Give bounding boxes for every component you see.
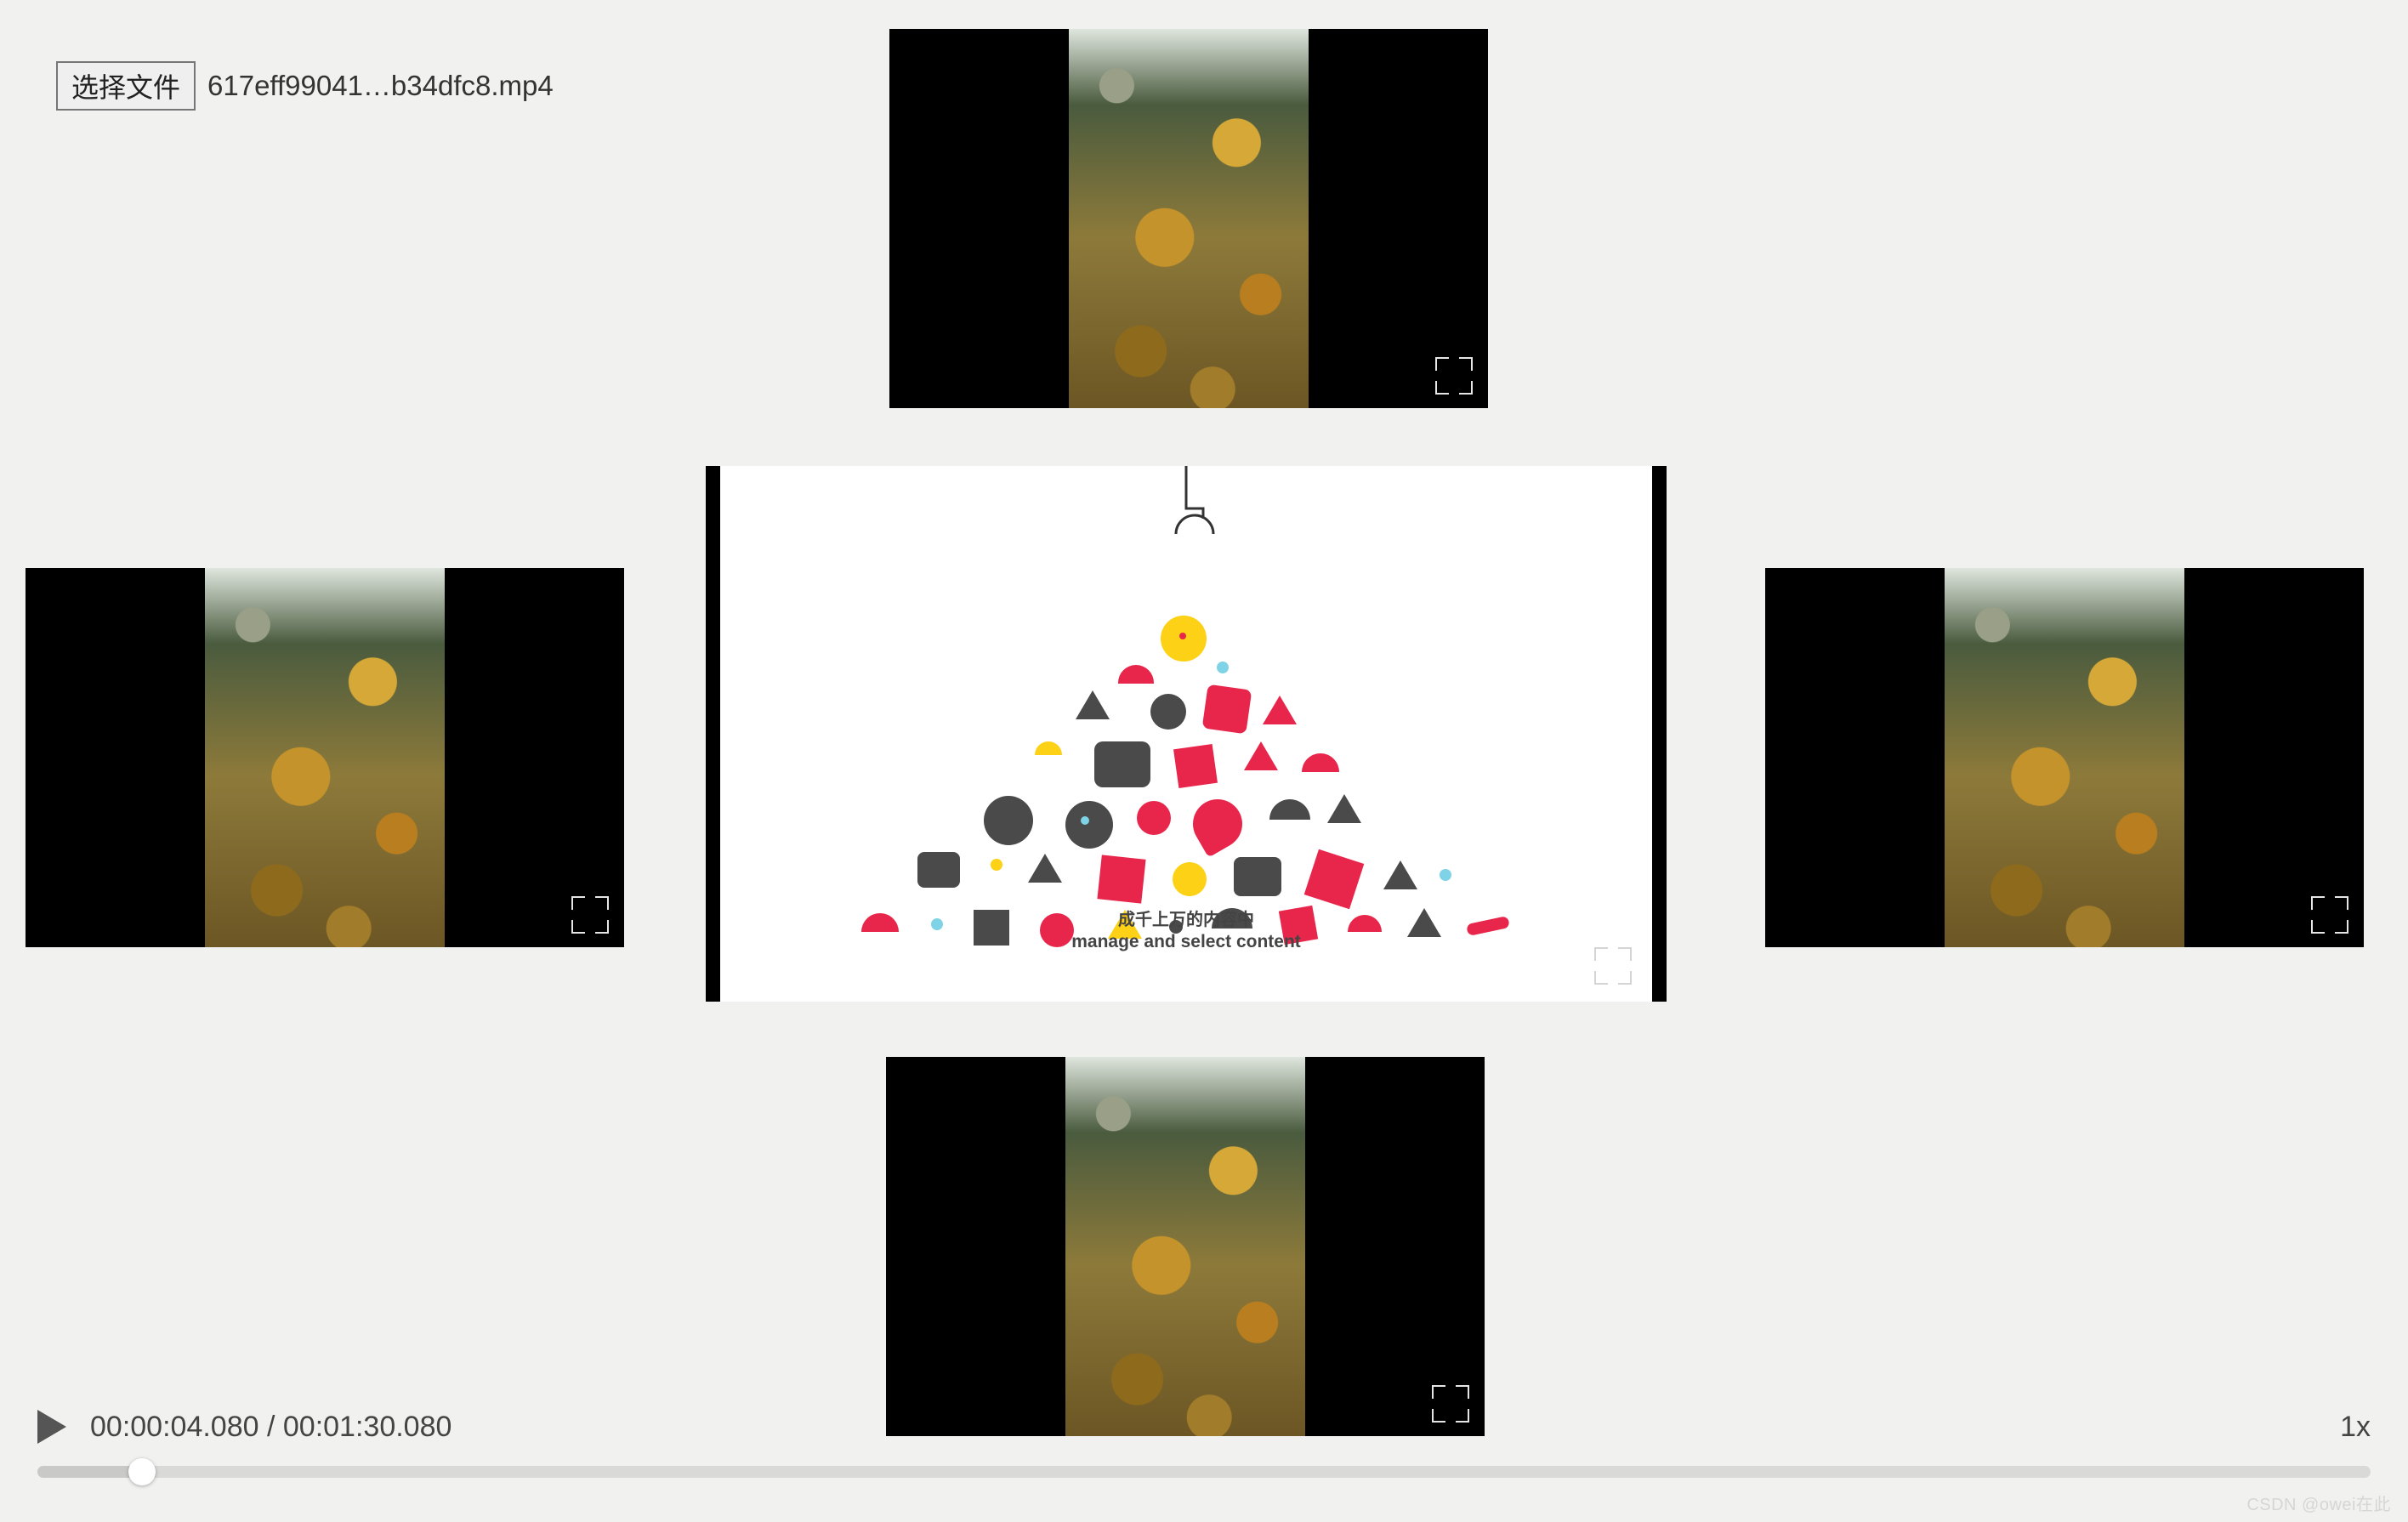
- progress-handle[interactable]: [128, 1458, 156, 1485]
- expand-icon[interactable]: [1594, 947, 1632, 985]
- video-thumbnail-left[interactable]: [26, 568, 624, 947]
- progress-fill: [37, 1466, 142, 1478]
- video-main-content: 成千上万的内容中 manage and select content: [720, 466, 1652, 1002]
- playback-speed[interactable]: 1x: [2340, 1411, 2371, 1444]
- video-main[interactable]: 成千上万的内容中 manage and select content: [706, 466, 1667, 1002]
- play-button[interactable]: [37, 1410, 66, 1444]
- video-caption: 成千上万的内容中 manage and select content: [1071, 906, 1301, 952]
- foliage-image: [1069, 29, 1309, 408]
- watermark: CSDN @owei在此: [2246, 1491, 2391, 1515]
- time-separator: /: [259, 1411, 283, 1443]
- duration: 00:01:30.080: [283, 1411, 452, 1443]
- file-picker: 选择文件 617eff99041…b34dfc8.mp4: [56, 61, 554, 111]
- foliage-image: [1945, 568, 2184, 947]
- hook-icon: [1152, 466, 1220, 551]
- expand-icon[interactable]: [1435, 357, 1473, 395]
- foliage-image: [1065, 1057, 1305, 1436]
- time-display: 00:00:04.080 / 00:01:30.080: [90, 1411, 452, 1444]
- expand-icon[interactable]: [571, 896, 609, 934]
- foliage-image: [205, 568, 445, 947]
- video-thumbnail-right[interactable]: [1765, 568, 2364, 947]
- video-thumbnail-top[interactable]: [889, 29, 1488, 408]
- video-caption-cn: 成千上万的内容中: [1071, 906, 1301, 930]
- video-thumbnail-bottom[interactable]: [886, 1057, 1485, 1436]
- video-caption-en: manage and select content: [1071, 932, 1301, 951]
- expand-icon[interactable]: [2311, 896, 2348, 934]
- progress-bar[interactable]: [37, 1466, 2371, 1478]
- choose-file-button[interactable]: 选择文件: [56, 61, 196, 111]
- selected-filename: 617eff99041…b34dfc8.mp4: [207, 70, 554, 102]
- player-controls: 00:00:04.080 / 00:01:30.080 1x: [37, 1410, 2371, 1444]
- current-time: 00:00:04.080: [90, 1411, 259, 1443]
